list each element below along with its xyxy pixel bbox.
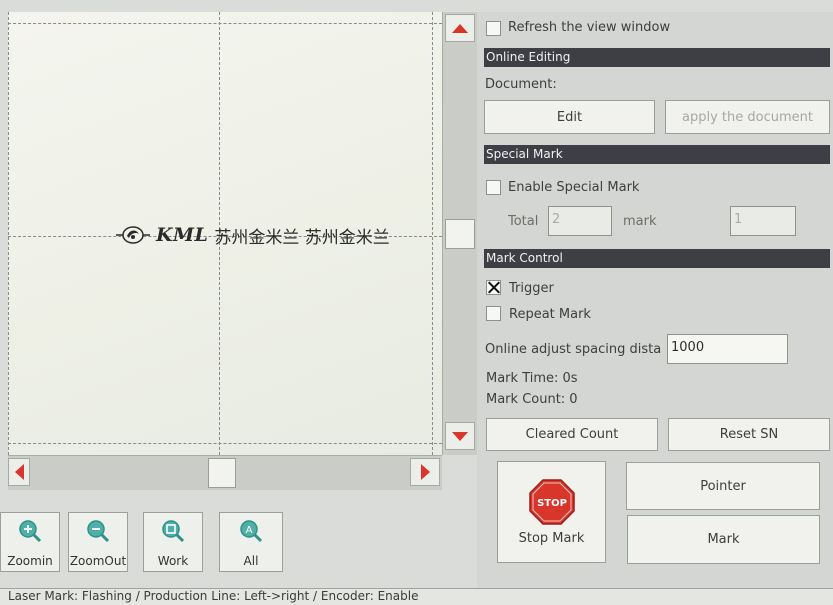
scroll-left-button[interactable] bbox=[8, 458, 30, 486]
cleared-count-button[interactable]: Cleared Count bbox=[486, 418, 658, 451]
zoom-work-icon bbox=[162, 520, 185, 543]
preview-canvas[interactable]: KML 苏州金米兰 苏州金米兰 bbox=[8, 12, 442, 455]
scroll-right-button[interactable] bbox=[410, 458, 440, 486]
guide-line-right bbox=[432, 12, 433, 455]
mark-count-label: mark bbox=[623, 214, 657, 229]
zoom-out-icon bbox=[87, 520, 110, 543]
mark-control-header: Mark Control bbox=[484, 249, 830, 268]
pointer-button[interactable]: Pointer bbox=[626, 462, 820, 510]
edit-button[interactable]: Edit bbox=[484, 100, 655, 134]
stop-icon-text: STOP bbox=[537, 498, 567, 509]
total-label: Total bbox=[508, 214, 539, 229]
zoom-out-label: ZoomOut bbox=[69, 554, 127, 568]
horizontal-scroll-thumb[interactable] bbox=[208, 458, 236, 488]
guide-line-left bbox=[8, 12, 9, 455]
zoom-work-button[interactable]: Work bbox=[143, 512, 203, 572]
refresh-view-checkbox[interactable] bbox=[486, 21, 501, 36]
mark-content-logo: KML 苏州金米兰 苏州金米兰 bbox=[116, 222, 390, 248]
zoom-in-button[interactable]: Zoomin bbox=[0, 512, 60, 572]
mark-input[interactable]: 1 bbox=[730, 206, 796, 236]
repeat-mark-label: Repeat Mark bbox=[509, 307, 591, 322]
arrow-down-icon bbox=[452, 431, 468, 441]
reset-sn-button[interactable]: Reset SN bbox=[668, 418, 830, 451]
stop-mark-button[interactable]: STOP Stop Mark bbox=[497, 461, 606, 563]
logo-chinese-text: 苏州金米兰 苏州金米兰 bbox=[214, 227, 390, 248]
arrow-up-icon bbox=[452, 23, 468, 33]
spacing-label: Online adjust spacing dista bbox=[485, 342, 662, 357]
zoom-all-button[interactable]: A All bbox=[219, 512, 283, 572]
zoom-all-label: All bbox=[243, 554, 259, 568]
vertical-scroll-thumb[interactable] bbox=[445, 219, 475, 249]
laser-marking-window: KML 苏州金米兰 苏州金米兰 Zoomin ZoomOut Work A Al… bbox=[0, 0, 833, 605]
scroll-up-button[interactable] bbox=[445, 14, 475, 42]
scroll-down-button[interactable] bbox=[445, 422, 475, 450]
mark-count-text: Mark Count: 0 bbox=[486, 392, 578, 407]
spacing-input[interactable]: 1000 bbox=[667, 334, 788, 364]
document-label: Document: bbox=[485, 77, 557, 92]
status-bar: Laser Mark: Flashing / Production Line: … bbox=[0, 588, 833, 605]
online-editing-header: Online Editing bbox=[484, 48, 830, 67]
horizontal-scrollbar[interactable] bbox=[8, 455, 442, 490]
zoom-work-label: Work bbox=[157, 554, 189, 568]
zoom-all-icon: A bbox=[240, 520, 263, 543]
special-mark-header: Special Mark bbox=[484, 145, 830, 164]
mark-button[interactable]: Mark bbox=[627, 515, 820, 564]
stop-sign-icon: STOP bbox=[528, 478, 575, 525]
zoom-in-icon bbox=[19, 520, 42, 543]
vertical-scrollbar[interactable] bbox=[442, 12, 477, 455]
trigger-checkbox[interactable] bbox=[486, 280, 501, 295]
total-input[interactable]: 2 bbox=[548, 206, 612, 236]
arrow-left-icon bbox=[14, 464, 24, 480]
svg-text:A: A bbox=[246, 525, 253, 536]
apply-document-button[interactable]: apply the document bbox=[665, 100, 830, 134]
arrow-right-icon bbox=[420, 464, 430, 480]
company-emblem-icon bbox=[116, 226, 150, 244]
zoom-in-label: Zoomin bbox=[7, 554, 53, 568]
repeat-mark-checkbox[interactable] bbox=[486, 306, 501, 321]
guide-line-bottom bbox=[8, 443, 442, 444]
refresh-view-label: Refresh the view window bbox=[508, 20, 671, 35]
enable-special-mark-checkbox[interactable] bbox=[486, 180, 501, 195]
mark-time-text: Mark Time: 0s bbox=[486, 371, 578, 386]
stop-mark-label: Stop Mark bbox=[518, 530, 585, 546]
guide-line-top bbox=[8, 23, 442, 24]
zoom-out-button[interactable]: ZoomOut bbox=[68, 512, 128, 572]
logo-text: KML bbox=[156, 224, 209, 246]
enable-special-mark-label: Enable Special Mark bbox=[508, 180, 640, 195]
status-text: Laser Mark: Flashing / Production Line: … bbox=[8, 589, 419, 603]
trigger-label: Trigger bbox=[509, 281, 554, 296]
